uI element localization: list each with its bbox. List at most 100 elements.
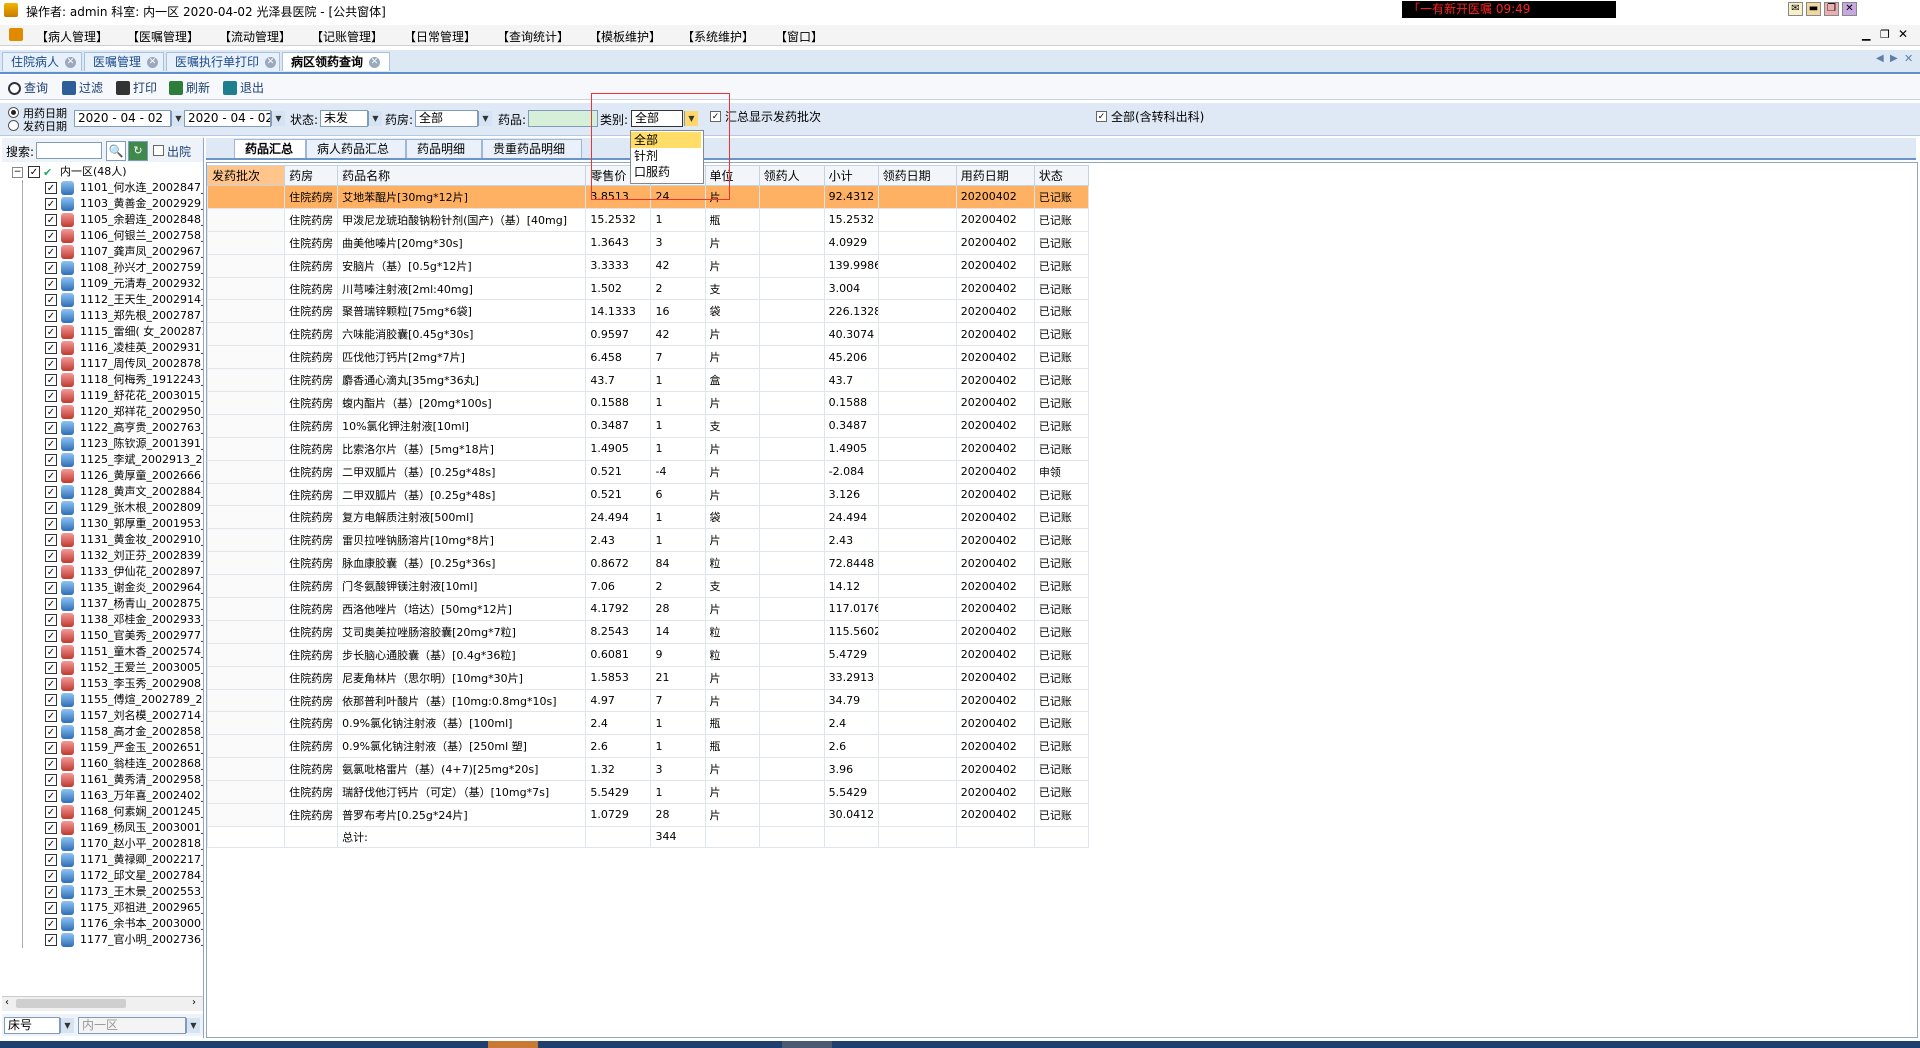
column-header[interactable]: 领药日期: [877, 165, 957, 186]
root-checkbox[interactable]: ✓: [28, 166, 40, 178]
patient-tree-item[interactable]: ✓ 1109_元清寿_2002932_2: [2, 276, 203, 292]
scroll-left-icon[interactable]: ‹: [5, 997, 9, 1008]
patient-checkbox[interactable]: ✓: [45, 310, 57, 322]
patient-tree-item[interactable]: ✓ 1161_黄秀清_2002958_2: [2, 772, 203, 788]
patient-tree-item[interactable]: ✓ 1117_周传凤_2002878_2: [2, 356, 203, 372]
patient-checkbox[interactable]: ✓: [45, 646, 57, 658]
patient-tree-item[interactable]: ✓ 1159_严金玉_2002651_2: [2, 740, 203, 756]
bed-dropdown-icon[interactable]: ▼: [60, 1018, 74, 1033]
patient-checkbox[interactable]: ✓: [45, 838, 57, 850]
patient-checkbox[interactable]: ✓: [45, 358, 57, 370]
table-row[interactable]: 住院药房 麝香通心滴丸[35mg*36丸] 43.7 1 盒 43.7 20200402 已记…: [206, 368, 1090, 393]
column-header[interactable]: 小计: [823, 165, 879, 186]
patient-tree-item[interactable]: ✓ 1133_伊仙花_2002897_2: [2, 564, 203, 580]
tab-drug-detail[interactable]: 药品明细: [406, 139, 482, 158]
ward-select[interactable]: 内一区: [78, 1017, 186, 1034]
table-row[interactable]: 住院药房 二甲双胍片（基）[0.25g*48s] 0.521 -4 片 -2.084 202…: [206, 459, 1090, 484]
patient-tree-item[interactable]: ✓ 1130_郭厚重_2001953_2: [2, 516, 203, 532]
table-row[interactable]: 住院药房 曲美他嗪片[20mg*30s] 1.3643 3 片 4.0929 2020040…: [206, 230, 1090, 255]
tab-order-management[interactable]: 医嘱管理 ✕: [84, 52, 164, 71]
table-row[interactable]: 住院药房 二甲双胍片（基）[0.25g*48s] 0.521 6 片 3.126 20200…: [206, 482, 1090, 507]
menu-billing-management[interactable]: 【记账管理】: [311, 28, 383, 45]
patient-checkbox[interactable]: ✓: [45, 758, 57, 770]
patient-tree-item[interactable]: ✓ 1158_高才金_2002858_2: [2, 724, 203, 740]
drug-input[interactable]: [528, 110, 598, 127]
table-row[interactable]: 住院药房 普罗布考片[0.25g*24片] 1.0729 28 片 30.0412 2020…: [206, 803, 1090, 827]
menu-patient-management[interactable]: 【病人管理】: [36, 28, 108, 45]
table-row[interactable]: 住院药房 艾地苯醌片[30mg*12片] 3.8513 24 片 92.4312 20200…: [206, 185, 1090, 209]
patient-tree-item[interactable]: ✓ 1173_王木景_2002553_2: [2, 884, 203, 900]
patient-tree-item[interactable]: ✓ 1129_张木根_2002809_2: [2, 500, 203, 516]
tab-close-icon[interactable]: ✕: [65, 57, 77, 68]
column-header[interactable]: 单位: [704, 165, 760, 186]
mdi-close-icon[interactable]: ✕: [1898, 27, 1908, 41]
patient-checkbox[interactable]: ✓: [45, 662, 57, 674]
table-row[interactable]: 住院药房 复方电解质注射液[500ml] 24.494 1 袋 24.494 2020040…: [206, 505, 1090, 530]
patient-tree-item[interactable]: ✓ 1113_郑先根_2002787_2: [2, 308, 203, 324]
tab-close-icon[interactable]: ✕: [265, 57, 277, 68]
patient-tree-item[interactable]: ✓ 1172_邱文星_2002784_2: [2, 868, 203, 884]
table-row[interactable]: 住院药房 氨氯吡格雷片（基）(4+7)[25mg*20s] 1.32 3 片 3.96 20…: [206, 757, 1090, 782]
category-dropdown-icon[interactable]: ▼: [684, 111, 698, 126]
scroll-right-icon[interactable]: ›: [192, 997, 196, 1008]
exit-button[interactable]: 退出: [223, 79, 264, 96]
table-row[interactable]: 住院药房 安脑片（基）[0.5g*12片] 3.3333 42 片 139.9986 202…: [206, 253, 1090, 278]
patient-checkbox[interactable]: ✓: [45, 454, 57, 466]
patient-checkbox[interactable]: ✓: [45, 678, 57, 690]
patient-checkbox[interactable]: ✓: [45, 182, 57, 194]
patient-checkbox[interactable]: ✓: [45, 822, 57, 834]
patient-checkbox[interactable]: ✓: [45, 854, 57, 866]
patient-checkbox[interactable]: ✓: [45, 598, 57, 610]
discharged-checkbox[interactable]: [153, 145, 164, 156]
tab-close-icon[interactable]: ✕: [147, 57, 159, 68]
patient-checkbox[interactable]: ✓: [45, 262, 57, 274]
patient-checkbox[interactable]: ✓: [45, 550, 57, 562]
patient-tree-item[interactable]: ✓ 1112_王天生_2002914_2: [2, 292, 203, 308]
show-batch-checkbox[interactable]: ✓: [710, 111, 721, 122]
category-option-oral[interactable]: 口服药: [631, 164, 701, 180]
patient-tree-item[interactable]: ✓ 1176_余书本_2003000_2: [2, 916, 203, 932]
print-button[interactable]: 打印: [116, 79, 157, 96]
menu-app-icon[interactable]: [9, 28, 23, 41]
table-row[interactable]: 住院药房 依那普利叶酸片（基）[10mg:0.8mg*10s] 4.97 7 片 34.7…: [206, 688, 1090, 713]
table-row[interactable]: 住院药房 脉血康胶囊（基）[0.25g*36s] 0.8672 84 粒 72.8448 2…: [206, 551, 1090, 576]
tab-inpatients[interactable]: 住院病人 ✕: [2, 52, 82, 71]
patient-tree-item[interactable]: ✓ 1106_何银兰_2002758_2: [2, 228, 203, 244]
table-row[interactable]: 住院药房 瑞舒伐他汀钙片（可定）（基）[10mg*7s] 5.5429 1 片 5.542…: [206, 780, 1090, 805]
patient-checkbox[interactable]: ✓: [45, 374, 57, 386]
table-row[interactable]: 住院药房 蝮内酯片（基）[20mg*100s] 0.1588 1 片 0.1588 2020…: [206, 391, 1090, 415]
patient-tree-item[interactable]: ✓ 1170_赵小平_2002818_2: [2, 836, 203, 852]
patient-tree-item[interactable]: ✓ 1169_杨凤玉_2003001_2: [2, 820, 203, 836]
patient-checkbox[interactable]: ✓: [45, 774, 57, 786]
patient-checkbox[interactable]: ✓: [45, 534, 57, 546]
column-header[interactable]: 发药批次: [206, 165, 286, 186]
patient-tree-item[interactable]: ✓ 1115_雷细( 女_2002873: [2, 324, 203, 340]
patient-tree-item[interactable]: ✓ 1163_万年喜_2002402_2: [2, 788, 203, 804]
minimize-button[interactable]: ▬: [1806, 2, 1821, 16]
column-header[interactable]: 用药日期: [955, 165, 1035, 186]
column-header[interactable]: 药房: [284, 165, 339, 186]
tab-scroll-right-icon[interactable]: ▶: [1890, 53, 1898, 64]
patient-checkbox[interactable]: ✓: [45, 502, 57, 514]
patient-checkbox[interactable]: ✓: [45, 710, 57, 722]
category-option-injection[interactable]: 针剂: [631, 148, 701, 164]
new-order-notice[interactable]: 「一有新开医嘱 09:49: [1402, 1, 1616, 18]
mdi-restore-icon[interactable]: ❐: [1880, 28, 1890, 41]
patient-checkbox[interactable]: ✓: [45, 566, 57, 578]
tree-root[interactable]: − ✓ ✔ 内一区(48人): [2, 164, 203, 180]
menu-query-statistics[interactable]: 【查询统计】: [497, 28, 569, 45]
patient-checkbox[interactable]: ✓: [45, 790, 57, 802]
patient-checkbox[interactable]: ✓: [45, 342, 57, 354]
column-header[interactable]: 领药人: [758, 165, 825, 186]
patient-tree-item[interactable]: ✓ 1155_傅煊_2002789_200: [2, 692, 203, 708]
patient-checkbox[interactable]: ✓: [45, 438, 57, 450]
patient-tree-item[interactable]: ✓ 1152_王爱兰_2003005_2: [2, 660, 203, 676]
patient-checkbox[interactable]: ✓: [45, 326, 57, 338]
patient-checkbox[interactable]: ✓: [45, 198, 57, 210]
patient-tree-item[interactable]: ✓ 1128_黄声文_2002884_2: [2, 484, 203, 500]
menu-flow-management[interactable]: 【流动管理】: [219, 28, 291, 45]
patient-checkbox[interactable]: ✓: [45, 486, 57, 498]
table-row[interactable]: 住院药房 0.9%氯化钠注射液（基）[100ml] 2.4 1 瓶 2.4 20200402…: [206, 711, 1090, 736]
patient-tree-item[interactable]: ✓ 1138_邓桂金_2002933_2: [2, 612, 203, 628]
table-row[interactable]: 住院药房 雷贝拉唑钠肠溶片[10mg*8片] 2.43 1 片 2.43 20200402 已…: [206, 528, 1090, 553]
